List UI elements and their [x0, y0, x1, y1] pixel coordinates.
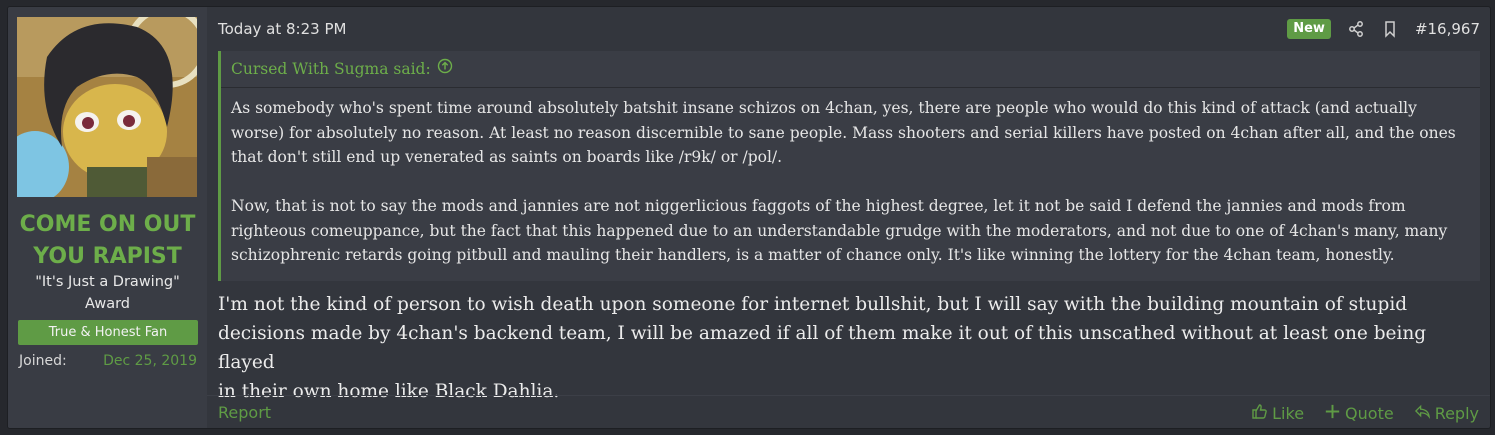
footer-actions: Like Quote Reply	[1251, 403, 1479, 424]
quote-header: Cursed With Sugma said:	[221, 51, 1480, 88]
user-banner: True & Honest Fan	[18, 320, 198, 345]
post-header-actions: New #16,967	[1287, 18, 1480, 40]
new-badge: New	[1287, 19, 1331, 39]
quote-paragraph: As somebody who's spent time around abso…	[231, 96, 1470, 170]
quote-line: schizophrenic retards going pitbull and …	[231, 246, 1395, 264]
quote-line: that don't still end up venerated as sai…	[231, 148, 783, 166]
user-title: "It's Just a Drawing" Award	[8, 271, 207, 315]
bookmark-icon[interactable]	[1381, 20, 1399, 38]
message-line: I'm not the kind of person to wish death…	[218, 294, 1408, 315]
joined-date: Dec 25, 2019	[103, 353, 197, 369]
post-date[interactable]: Today at 8:23 PM	[218, 18, 346, 40]
message-line: decisions made by 4chan's backend team, …	[218, 323, 1427, 373]
post-main: Today at 8:23 PM New #16,967 Cursed With…	[207, 7, 1490, 428]
report-link[interactable]: Report	[218, 403, 271, 422]
user-title-line: Award	[85, 296, 130, 312]
user-title-line: "It's Just a Drawing"	[35, 274, 180, 290]
reply-button[interactable]: Reply	[1414, 403, 1479, 424]
quote-line: Now, that is not to say the mods and jan…	[231, 197, 1406, 215]
like-button[interactable]: Like	[1251, 403, 1304, 424]
quote-button[interactable]: Quote	[1324, 403, 1394, 424]
plus-icon	[1324, 403, 1341, 424]
quote-line: worse) for absolutely no reason. At leas…	[231, 123, 1456, 142]
quote-line: righteous comeuppance, but the fact that…	[231, 221, 1448, 240]
username-line: COME ON OUT	[19, 212, 196, 237]
post-message: I'm not the kind of person to wish death…	[218, 290, 1480, 406]
quote-paragraph: Now, that is not to say the mods and jan…	[231, 194, 1470, 268]
username-line: YOU RAPIST	[33, 244, 182, 269]
quote-block: Cursed With Sugma said: As somebody who'…	[218, 51, 1480, 281]
quote-label: Quote	[1345, 404, 1394, 423]
like-label: Like	[1272, 404, 1305, 423]
post-container: COME ON OUT YOU RAPIST "It's Just a Draw…	[7, 6, 1491, 429]
reply-label: Reply	[1434, 404, 1479, 423]
user-sidebar: COME ON OUT YOU RAPIST "It's Just a Draw…	[8, 7, 207, 428]
reply-icon	[1414, 403, 1431, 424]
post-number[interactable]: #16,967	[1415, 20, 1480, 38]
quote-body: As somebody who's spent time around abso…	[221, 88, 1480, 268]
username[interactable]: COME ON OUT YOU RAPIST	[8, 209, 207, 273]
quote-author[interactable]: Cursed With Sugma said:	[231, 51, 431, 87]
arrow-up-circle-icon[interactable]	[437, 51, 453, 87]
joined-label: Joined:	[19, 353, 67, 369]
post-footer: Report Like Quote Reply	[207, 395, 1490, 428]
avatar[interactable]	[17, 17, 197, 197]
thumbs-up-icon	[1251, 403, 1268, 424]
quote-line: As somebody who's spent time around abso…	[231, 99, 1417, 117]
share-icon[interactable]	[1347, 20, 1365, 38]
